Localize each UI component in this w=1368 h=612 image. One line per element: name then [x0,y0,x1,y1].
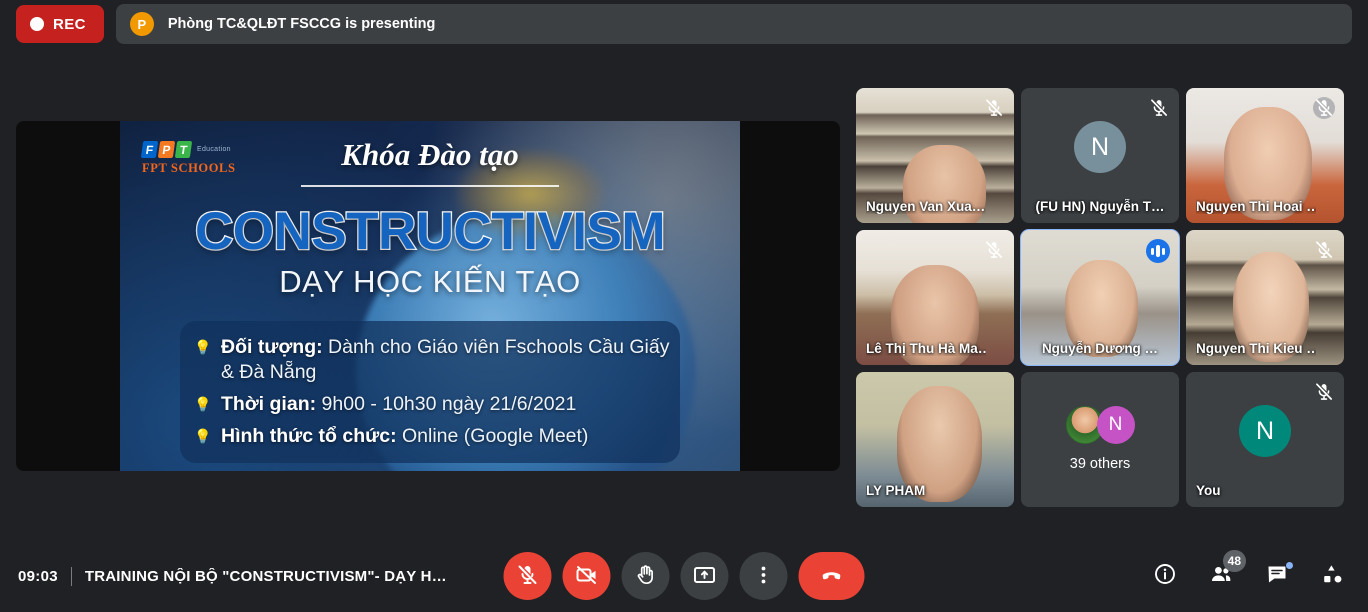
present-now-button[interactable] [680,552,729,600]
participant-name: LY PHAM [866,483,926,498]
top-bar: REC P Phòng TC&QLĐT FSCCG is presenting [0,0,1368,48]
toggle-microphone-button[interactable] [503,552,552,600]
recording-badge[interactable]: REC [16,5,104,43]
slide-bullet-label: Thời gian: [221,393,317,415]
presenting-banner[interactable]: P Phòng TC&QLĐT FSCCG is presenting [115,4,1352,44]
participant-tile[interactable]: Nguyễn Dương … [1020,229,1180,366]
slide-details-panel: 💡 Đối tượng: Dành cho Giáo viên Fschools… [180,321,680,463]
avatar: N [1096,406,1135,444]
slide-bullet-value: 9h00 - 10h30 ngày 21/6/2021 [321,393,577,415]
participant-name: Nguyen Thi Kieu … [1196,341,1316,356]
meeting-info: 09:03 TRAINING NỘI BỘ "CONSTRUCTIVISM"- … [18,566,447,586]
participant-name: (FU HN) Nguyễn T… [1035,199,1165,214]
participant-tile[interactable]: Nguyen Thi Hoai … [1186,88,1344,223]
lightbulb-icon: 💡 [194,428,212,444]
participant-tile[interactable]: N 39 others [1021,372,1179,507]
participant-name: Nguyen Thi Hoai … [1196,199,1316,214]
present-screen-icon [693,563,717,590]
camera-off-icon [575,563,599,590]
lightbulb-icon: 💡 [194,339,212,355]
show-everyone-button[interactable]: 48 [1206,550,1246,591]
microphone-off-icon [516,563,540,590]
slide-bullet-text: Thời gian: 9h00 - 10h30 ngày 21/6/2021 [221,392,576,417]
presenter-avatar: P [129,12,154,36]
slide-subtitle: DẠY HỌC KIẾN TẠO [279,264,581,299]
others-count-label: 39 others [1069,456,1131,472]
avatar: N [1074,121,1126,174]
avatar: N [1239,405,1291,458]
participant-name: Nguyen Van Xua… [866,199,986,214]
microphone-muted-icon [983,97,1005,119]
unread-dot-icon [1285,561,1294,570]
slide-bullet-value: Online (Google Meet) [402,425,589,447]
more-options-icon [752,563,776,590]
participant-tile[interactable]: N (FU HN) Nguyễn T… [1021,88,1179,223]
lightbulb-icon: 💡 [194,396,212,412]
slide-bullet-text: Hình thức tổ chức: Online (Google Meet) [221,424,588,449]
participant-tile[interactable]: N You [1186,372,1344,507]
presentation-slide: F P T Education FPT SCHOOLS Khóa Đào tạo… [120,121,740,471]
participant-name: Nguyễn Dương … [1041,341,1159,356]
more-options-button[interactable] [739,552,788,600]
hangup-icon [820,563,844,590]
meeting-details-button[interactable] [1150,561,1180,591]
slide-bullet-row: 💡 Thời gian: 9h00 - 10h30 ngày 21/6/2021 [194,392,670,417]
slide-divider [301,185,559,187]
microphone-muted-icon [1313,97,1335,119]
slide-bullet-label: Hình thức tổ chức: [221,425,397,447]
microphone-muted-icon [1313,239,1335,261]
participant-name: Lê Thị Thu Hà Ma… [866,341,986,356]
activities-button[interactable] [1318,561,1348,591]
slide-title: CONSTRUCTIVISM [194,201,667,263]
google-meet-window: REC P Phòng TC&QLĐT FSCCG is presenting … [0,0,1368,612]
slide-kicker: Khóa Đào tạo [341,137,519,172]
participant-grid: Nguyen Van Xua… N (FU HN) Nguyễn T… Nguyen … [856,88,1352,507]
leave-call-button[interactable] [798,552,865,600]
participant-name: You [1196,483,1221,498]
meeting-time: 09:03 [18,567,58,585]
secondary-controls: 48 [1150,550,1348,591]
raise-hand-button[interactable] [621,552,670,600]
slide-bullet-row: 💡 Đối tượng: Dành cho Giáo viên Fschools… [194,335,670,385]
participant-tile[interactable]: Lê Thị Thu Hà Ma… [856,230,1014,365]
presenting-text: Phòng TC&QLĐT FSCCG is presenting [167,16,436,32]
badge-count: 48 [1222,550,1246,572]
recording-dot-icon [30,17,44,31]
chat-button[interactable] [1262,561,1294,591]
speaking-indicator-icon [1146,239,1170,263]
others-avatars: N [1021,406,1179,444]
slide-bullet-row: 💡 Hình thức tổ chức: Online (Google Meet… [194,424,670,449]
recording-label: REC [53,15,86,33]
slide-bullet-text: Đối tượng: Dành cho Giáo viên Fschools C… [221,335,670,385]
slide-bullet-label: Đối tượng: [221,336,323,358]
call-controls [503,552,865,600]
divider [70,566,72,586]
activities-icon [1321,562,1345,591]
shared-screen-stage[interactable]: F P T Education FPT SCHOOLS Khóa Đào tạo… [16,121,840,471]
participant-tile[interactable]: Nguyen Van Xua… [856,88,1014,223]
microphone-muted-icon [1148,97,1170,119]
participant-tile[interactable]: Nguyen Thi Kieu … [1186,230,1344,365]
participant-tile[interactable]: LY PHAM [856,372,1014,507]
bottom-bar: 09:03 TRAINING NỘI BỘ "CONSTRUCTIVISM"- … [0,540,1368,612]
meeting-title: TRAINING NỘI BỘ "CONSTRUCTIVISM"- DẠY H… [84,567,447,585]
microphone-muted-icon [983,239,1005,261]
microphone-muted-icon [1313,381,1335,403]
toggle-camera-button[interactable] [562,552,611,600]
raise-hand-icon [634,563,658,590]
info-icon [1153,562,1177,591]
